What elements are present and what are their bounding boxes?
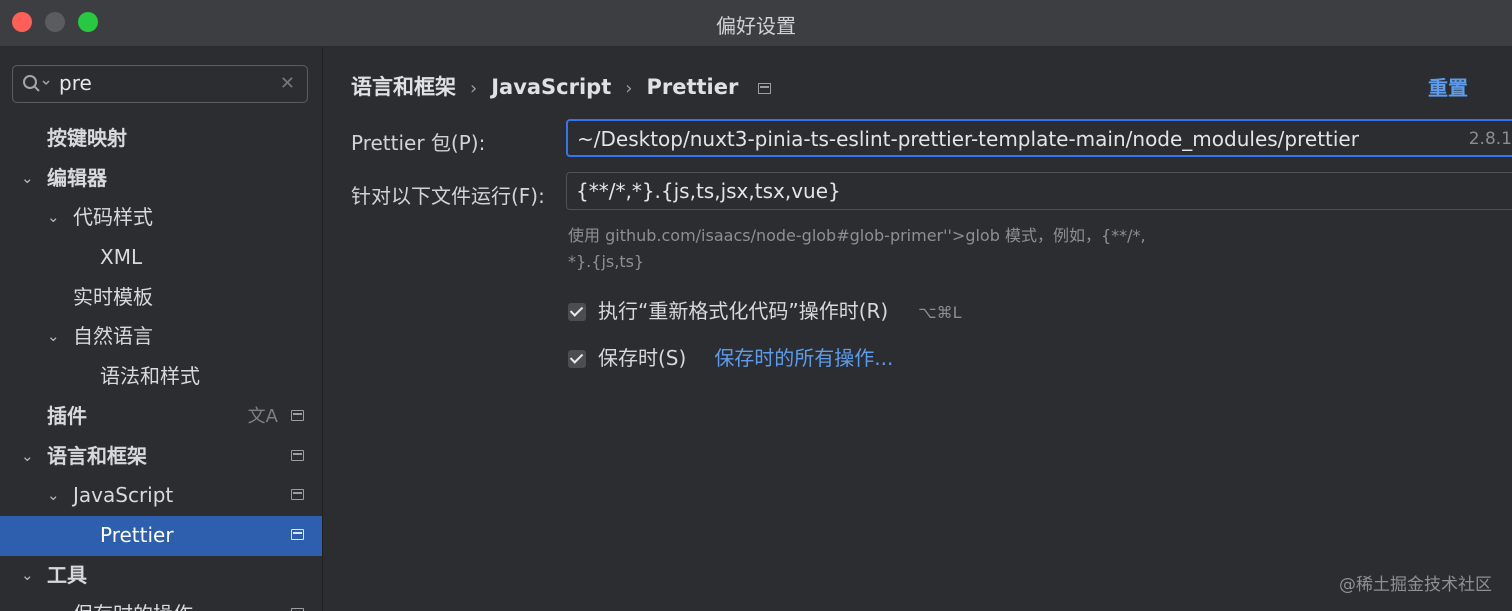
project-scope-icon: [291, 449, 304, 461]
settings-tree: 按键映射 ⌄ 编辑器 ⌄ 代码样式 XML 实时模板 ⌄ 自然语言 语法和样式 …: [0, 119, 322, 611]
on-reformat-checkbox[interactable]: [568, 303, 586, 321]
search-input[interactable]: [59, 71, 259, 95]
reformat-shortcut: ⌥⌘L: [918, 303, 962, 322]
translate-icon: 文A: [247, 405, 278, 427]
breadcrumb-item-javascript[interactable]: JavaScript: [491, 75, 611, 99]
tree-item-plugins[interactable]: 插件 文A: [0, 397, 322, 437]
tree-item-label: 自然语言: [73, 324, 153, 349]
project-scope-icon: [291, 489, 304, 501]
tree-item-label: 插件: [47, 403, 87, 428]
breadcrumb-item-prettier: Prettier: [646, 75, 739, 99]
reset-link[interactable]: 重置: [1428, 72, 1468, 101]
watermark: @稀土掘金技术社区: [1339, 575, 1492, 595]
chevron-down-icon[interactable]: ⌄: [21, 556, 34, 596]
tree-item-label: XML: [100, 245, 143, 270]
tree-item-label: 工具: [47, 562, 87, 587]
chevron-down-icon[interactable]: ⌄: [47, 317, 60, 357]
settings-sidebar: ✕ 按键映射 ⌄ 编辑器 ⌄ 代码样式 XML 实时模板 ⌄ 自然语言 语法和样…: [0, 47, 323, 611]
settings-content: 语言和框架 › JavaScript › Prettier 重置 Prettier 包(…: [323, 47, 1512, 611]
glob-hint-line: 使用 github.com/isaacs/node-glob#glob-prim…: [568, 226, 1146, 245]
tree-item-editor[interactable]: ⌄ 编辑器: [0, 159, 322, 199]
on-reformat-label[interactable]: 执行“重新格式化代码”操作时(R): [598, 299, 888, 323]
on-save-checkbox[interactable]: [568, 350, 586, 368]
glob-hint: 使用 github.com/isaacs/node-glob#glob-prim…: [568, 223, 1268, 275]
search-icon[interactable]: [21, 72, 53, 96]
all-actions-on-save-link[interactable]: 保存时的所有操作...: [714, 346, 893, 370]
tree-item-natural-languages[interactable]: ⌄ 自然语言: [0, 317, 322, 357]
project-scope-icon: [291, 409, 304, 421]
breadcrumb: 语言和框架 › JavaScript › Prettier: [351, 71, 772, 101]
tree-item-label: 保存时的操作: [73, 595, 193, 611]
prettier-package-label: Prettier 包(P):: [351, 131, 486, 155]
run-for-files-value[interactable]: {**/*,*}.{js,ts,jsx,tsx,vue}: [576, 173, 841, 209]
chevron-down-icon[interactable]: ⌄: [21, 159, 34, 199]
project-scope-icon: [291, 528, 304, 540]
run-for-files-label: 针对以下文件运行(F):: [351, 184, 545, 208]
tree-item-code-style[interactable]: ⌄ 代码样式: [0, 198, 322, 238]
tree-item-grammar-style[interactable]: 语法和样式: [0, 357, 322, 397]
tree-item-label: 实时模板: [73, 284, 153, 309]
tree-item-xml[interactable]: XML: [0, 238, 322, 278]
on-save-option[interactable]: 保存时(S) 保存时的所有操作...: [568, 342, 893, 371]
clear-search-icon[interactable]: ✕: [280, 73, 295, 94]
search-box[interactable]: ✕: [12, 65, 308, 103]
breadcrumb-separator-icon: ›: [470, 78, 478, 99]
on-reformat-option[interactable]: 执行“重新格式化代码”操作时(R) ⌥⌘L: [568, 295, 962, 324]
tree-item-keymap[interactable]: 按键映射: [0, 119, 322, 159]
chevron-down-icon[interactable]: ⌄: [47, 476, 60, 516]
tree-item-label: JavaScript: [73, 483, 174, 508]
chevron-down-icon[interactable]: ⌄: [21, 437, 34, 477]
tree-item-label: 按键映射: [47, 126, 127, 150]
tree-item-languages-frameworks[interactable]: ⌄ 语言和框架: [0, 437, 322, 477]
tree-item-label: 编辑器: [47, 165, 107, 190]
on-save-label[interactable]: 保存时(S): [598, 346, 686, 370]
window-title: 偏好设置: [716, 14, 796, 38]
tree-item-actions-on-save[interactable]: 保存时的操作: [0, 595, 322, 611]
tree-item-label: 代码样式: [73, 205, 153, 230]
prettier-package-field[interactable]: ~/Desktop/nuxt3-pinia-ts-eslint-prettier…: [566, 119, 1512, 157]
tree-item-label: Prettier: [100, 522, 174, 547]
run-for-files-field[interactable]: {**/*,*}.{js,ts,jsx,tsx,vue}: [566, 172, 1512, 210]
glob-hint-line: *}.{js,ts}: [568, 252, 645, 271]
breadcrumb-item-languages-frameworks[interactable]: 语言和框架: [351, 71, 456, 101]
tree-item-prettier[interactable]: Prettier: [0, 515, 322, 556]
title-bar: 偏好设置: [0, 0, 1512, 47]
tree-item-label: 语言和框架: [47, 443, 147, 468]
tree-item-javascript[interactable]: ⌄ JavaScript: [0, 476, 322, 516]
project-scope-icon: [758, 82, 772, 94]
breadcrumb-separator-icon: ›: [625, 78, 633, 99]
tree-item-tools[interactable]: ⌄ 工具: [0, 556, 322, 596]
tree-item-live-templates[interactable]: 实时模板: [0, 278, 322, 318]
prettier-package-value[interactable]: ~/Desktop/nuxt3-pinia-ts-eslint-prettier…: [577, 121, 1359, 157]
prettier-version: 2.8.1: [1468, 129, 1512, 149]
tree-item-label: 语法和样式: [100, 364, 200, 389]
chevron-down-icon[interactable]: ⌄: [47, 198, 60, 238]
